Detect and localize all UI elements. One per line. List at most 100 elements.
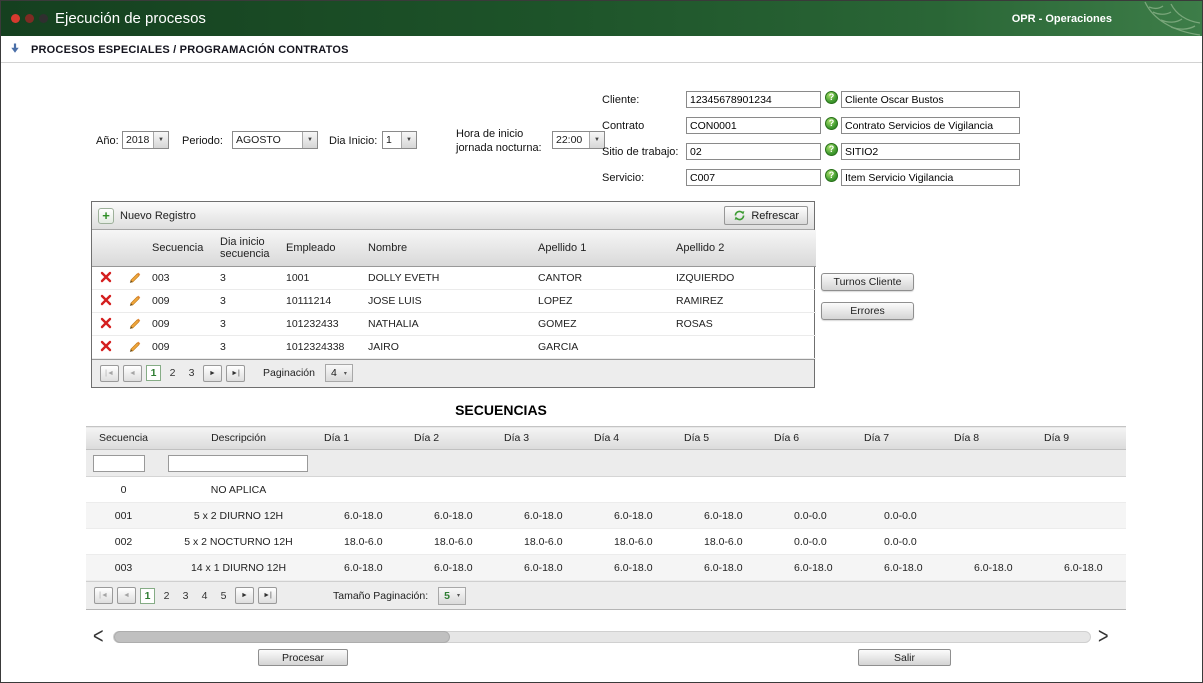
cell-dia-8: 6.0-18.0 (946, 555, 1036, 581)
year-select[interactable]: 2018 ▼ (122, 131, 169, 149)
pager-next-button[interactable]: ► (203, 365, 222, 382)
edit-row-icon[interactable] (126, 315, 142, 331)
app-area-label: OPR - Operaciones (1012, 13, 1112, 25)
cell-descripcion: 5 x 2 DIURNO 12H (161, 503, 316, 529)
refresh-button[interactable]: Refrescar (724, 206, 808, 225)
scroll-right-icon[interactable]: > (1098, 623, 1109, 650)
sequence-row[interactable]: 003 14 x 1 DIURNO 12H 6.0-18.0 6.0-18.0 … (86, 555, 1126, 581)
cell-dia-7: 0.0-0.0 (856, 503, 946, 529)
secuencia-filter-input[interactable] (93, 455, 145, 472)
chevron-down-icon: ▾ (344, 370, 347, 377)
edit-row-icon[interactable] (126, 269, 142, 285)
horizontal-scrollbar-thumb[interactable] (114, 631, 450, 643)
cell-dia-3: 6.0-18.0 (496, 555, 586, 581)
column-header-dia-6: Día 6 (766, 427, 856, 450)
page-size-dropdown[interactable]: 4 ▾ (325, 364, 353, 382)
pager-page-2[interactable]: 2 (165, 366, 180, 380)
cell-secuencia: 001 (86, 503, 161, 529)
servicio-help-icon[interactable]: ? (825, 169, 838, 182)
cell-dia-8 (946, 477, 1036, 503)
pager-page-5[interactable]: 5 (216, 589, 231, 603)
pager-next-button[interactable]: ► (235, 587, 254, 604)
sequence-row[interactable]: 001 5 x 2 DIURNO 12H 6.0-18.0 6.0-18.0 6… (86, 503, 1126, 529)
descripcion-filter-input[interactable] (168, 455, 308, 472)
cliente-help-icon[interactable]: ? (825, 91, 838, 104)
sequence-row[interactable]: 0 NO APLICA (86, 477, 1126, 503)
table-row: 009 3 10111214 JOSE LUIS LOPEZ RAMIREZ (92, 289, 816, 312)
edit-row-icon[interactable] (126, 292, 142, 308)
day-start-select[interactable]: 1 ▼ (382, 131, 417, 149)
new-record-label: Nuevo Registro (120, 210, 196, 222)
cell-apellido1: GARCIA (534, 335, 672, 358)
errores-button[interactable]: Errores (821, 302, 914, 320)
cliente-code-input[interactable] (686, 91, 821, 108)
scroll-left-icon[interactable]: < (93, 623, 104, 650)
contrato-code-input[interactable] (686, 117, 821, 134)
pager-page-3[interactable]: 3 (184, 366, 199, 380)
cell-dia-3: 18.0-6.0 (496, 529, 586, 555)
cell-descripcion: 5 x 2 NOCTURNO 12H (161, 529, 316, 555)
delete-row-icon[interactable] (98, 292, 114, 308)
pager-page-3[interactable]: 3 (178, 589, 193, 603)
pager-page-2[interactable]: 2 (159, 589, 174, 603)
column-header-dia-5: Día 5 (676, 427, 766, 450)
grid-toolbar: + Nuevo Registro Refrescar (92, 202, 814, 230)
window-button-maroon[interactable] (25, 14, 34, 23)
cliente-name-input[interactable] (841, 91, 1020, 108)
page-size-dropdown[interactable]: 5 ▾ (438, 587, 466, 605)
servicio-code-input[interactable] (686, 169, 821, 186)
pager-page-1[interactable]: 1 (140, 588, 155, 604)
night-start-select[interactable]: 22:00 ▼ (552, 131, 605, 149)
table-header-row: Secuencia Dia inicio secuencia Empleado … (92, 230, 816, 266)
pager-page-4[interactable]: 4 (197, 589, 212, 603)
sitio-code-input[interactable] (686, 143, 821, 160)
grid-pager: |◄ ◄ 1 2 3 ► ►| Paginación 4 ▾ (92, 359, 814, 387)
pager-first-button[interactable]: |◄ (100, 365, 119, 382)
delete-row-icon[interactable] (98, 269, 114, 285)
cell-dia-1: 6.0-18.0 (316, 503, 406, 529)
pager-first-button[interactable]: |◄ (94, 587, 113, 604)
column-header-delete (92, 230, 120, 266)
year-select-value: 2018 (123, 132, 153, 148)
cell-apellido2 (672, 335, 816, 358)
sequence-row[interactable]: 002 5 x 2 NOCTURNO 12H 18.0-6.0 18.0-6.0… (86, 529, 1126, 555)
horizontal-scrollbar-track[interactable] (113, 631, 1091, 643)
secuencias-header-row: Secuencia Descripción Día 1 Día 2 Día 3 … (86, 427, 1126, 450)
sitio-help-icon[interactable]: ? (825, 143, 838, 156)
cell-nombre: JAIRO (364, 335, 534, 358)
table-row: 009 3 101232433 NATHALIA GOMEZ ROSAS (92, 312, 816, 335)
column-header-dia-8: Día 8 (946, 427, 1036, 450)
servicio-name-input[interactable] (841, 169, 1020, 186)
breadcrumb: PROCESOS ESPECIALES / PROGRAMACIÓN CONTR… (1, 36, 1202, 63)
cell-apellido1: LOPEZ (534, 289, 672, 312)
pager-last-button[interactable]: ►| (258, 587, 277, 604)
sitio-name-input[interactable] (841, 143, 1020, 160)
secuencias-table-container: Secuencia Descripción Día 1 Día 2 Día 3 … (86, 426, 1126, 610)
column-header-dia-7: Día 7 (856, 427, 946, 450)
cell-dia-2: 18.0-6.0 (406, 529, 496, 555)
pager-prev-button[interactable]: ◄ (123, 365, 142, 382)
cell-secuencia: 009 (148, 312, 216, 335)
turnos-cliente-button[interactable]: Turnos Cliente (821, 273, 914, 291)
column-header-apellido1: Apellido 1 (534, 230, 672, 266)
window-button-dark[interactable] (39, 14, 48, 23)
pager-last-button[interactable]: ►| (226, 365, 245, 382)
delete-row-icon[interactable] (98, 315, 114, 331)
cell-dia-4: 6.0-18.0 (586, 555, 676, 581)
window-button-red[interactable] (11, 14, 20, 23)
filter-row (86, 450, 1126, 477)
pager-prev-button[interactable]: ◄ (117, 587, 136, 604)
period-select[interactable]: AGOSTO ▼ (232, 131, 318, 149)
edit-row-icon[interactable] (126, 338, 142, 354)
new-record-button[interactable]: + Nuevo Registro (98, 208, 196, 224)
cell-dia-7: 6.0-18.0 (856, 555, 946, 581)
procesar-button[interactable]: Procesar (258, 649, 348, 666)
delete-row-icon[interactable] (98, 338, 114, 354)
column-header-dia-2: Día 2 (406, 427, 496, 450)
salir-button[interactable]: Salir (858, 649, 951, 666)
table-row: 009 3 1012324338 JAIRO GARCIA (92, 335, 816, 358)
titlebar: Ejecución de procesos OPR - Operaciones (1, 1, 1202, 36)
contrato-name-input[interactable] (841, 117, 1020, 134)
pager-page-1[interactable]: 1 (146, 365, 161, 381)
contrato-help-icon[interactable]: ? (825, 117, 838, 130)
